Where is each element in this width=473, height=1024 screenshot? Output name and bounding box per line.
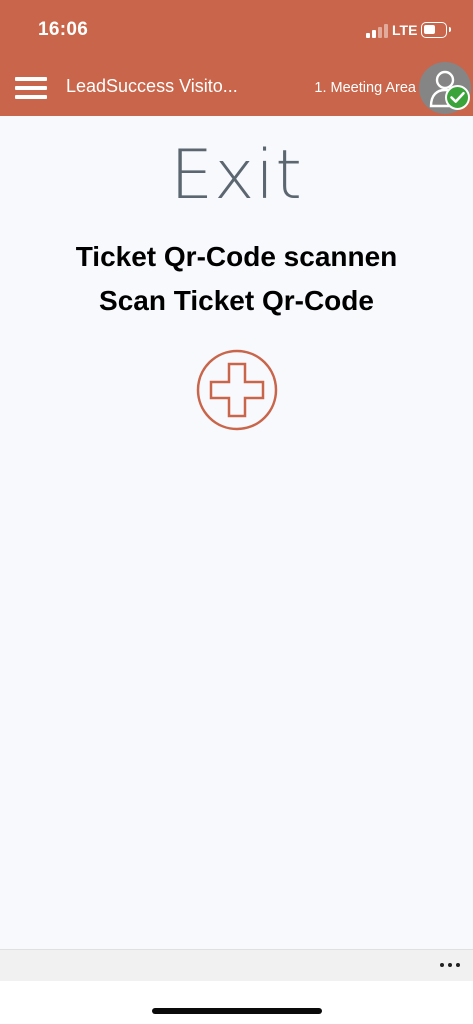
status-time: 16:06: [38, 19, 89, 40]
app-title: LeadSuccess Visito...: [66, 76, 238, 96]
home-indicator[interactable]: [152, 1008, 322, 1014]
app-screen: 16:06 LTE LeadSuccess Visito... 1. Meeti…: [0, 0, 473, 1024]
location-label[interactable]: 1. Meeting Area: [300, 80, 416, 96]
bottom-toolbar: [0, 949, 473, 981]
more-horizontal-icon[interactable]: [440, 963, 464, 969]
status-bar: 16:06 LTE: [0, 0, 473, 62]
hamburger-menu-icon[interactable]: [15, 77, 47, 99]
instruction-english: Scan Ticket Qr-Code: [99, 285, 374, 316]
scan-add-button[interactable]: [196, 349, 278, 431]
plus-circle-icon: [196, 349, 278, 431]
battery-icon: [421, 22, 451, 38]
instruction-german: Ticket Qr-Code scannen: [75, 241, 398, 272]
checkmark-icon: [445, 85, 470, 110]
app-header: LeadSuccess Visito... 1. Meeting Area: [0, 62, 473, 116]
signal-strength-icon: [366, 24, 388, 38]
network-type: LTE: [392, 22, 418, 38]
home-indicator-area: [0, 981, 473, 1024]
page-title: Exit: [170, 136, 303, 215]
